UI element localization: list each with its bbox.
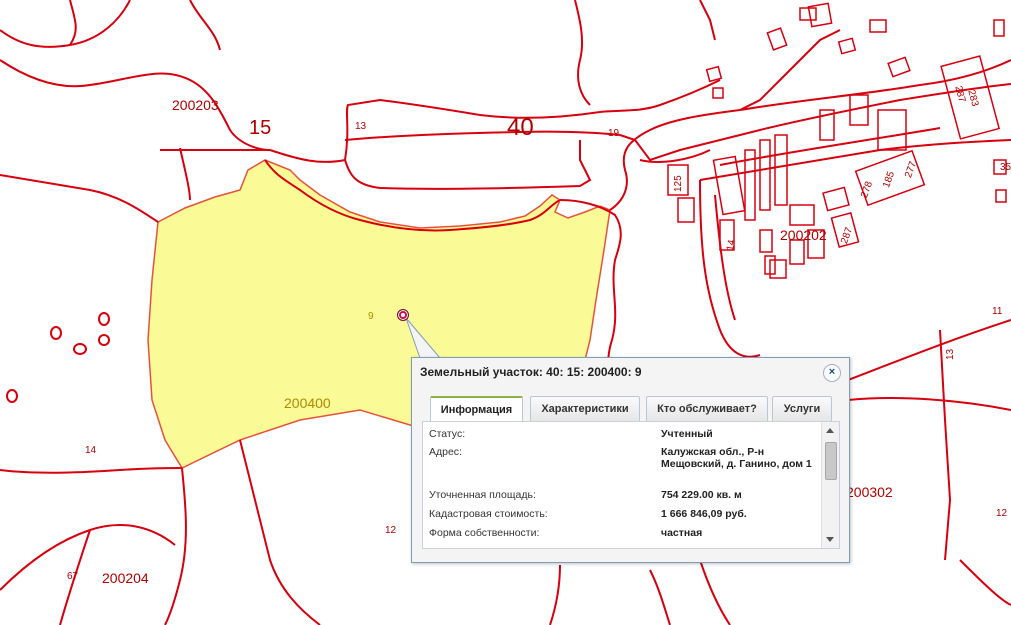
tab-services[interactable]: Услуги xyxy=(772,396,832,421)
parcel-info-popup: Земельный участок: 40: 15: 200400: 9 × И… xyxy=(411,357,850,563)
scroll-down-icon[interactable] xyxy=(826,537,834,542)
scroll-thumb[interactable] xyxy=(825,442,837,480)
info-value: частная xyxy=(661,527,703,539)
info-key: Адрес: xyxy=(429,446,462,458)
popup-title: Земельный участок: 40: 15: 200400: 9 xyxy=(420,365,642,379)
info-value: Учтенный xyxy=(661,428,713,440)
tab-who-serves[interactable]: Кто обслуживает? xyxy=(646,396,768,421)
info-scrollbar[interactable] xyxy=(821,422,839,548)
info-key: Уточненная площадь: xyxy=(429,489,536,501)
scroll-up-icon[interactable] xyxy=(826,428,834,433)
info-key: Кадастровая стоимость: xyxy=(429,508,548,520)
info-key: Форма собственности: xyxy=(429,527,540,539)
tab-characteristics[interactable]: Характеристики xyxy=(530,396,640,421)
info-value: 754 229.00 кв. м xyxy=(661,489,742,501)
info-value: Калужская обл., Р-н Мещовский, д. Ганино… xyxy=(661,446,812,470)
info-panel[interactable]: Статус: Учтенный Адрес: Калужская обл., … xyxy=(422,421,840,549)
parcel-marker-icon[interactable] xyxy=(397,309,409,321)
info-key: Статус: xyxy=(429,428,466,440)
info-value: 1 666 846,09 руб. xyxy=(661,508,747,520)
tab-information[interactable]: Информация xyxy=(430,396,523,422)
close-icon[interactable]: × xyxy=(823,364,841,382)
